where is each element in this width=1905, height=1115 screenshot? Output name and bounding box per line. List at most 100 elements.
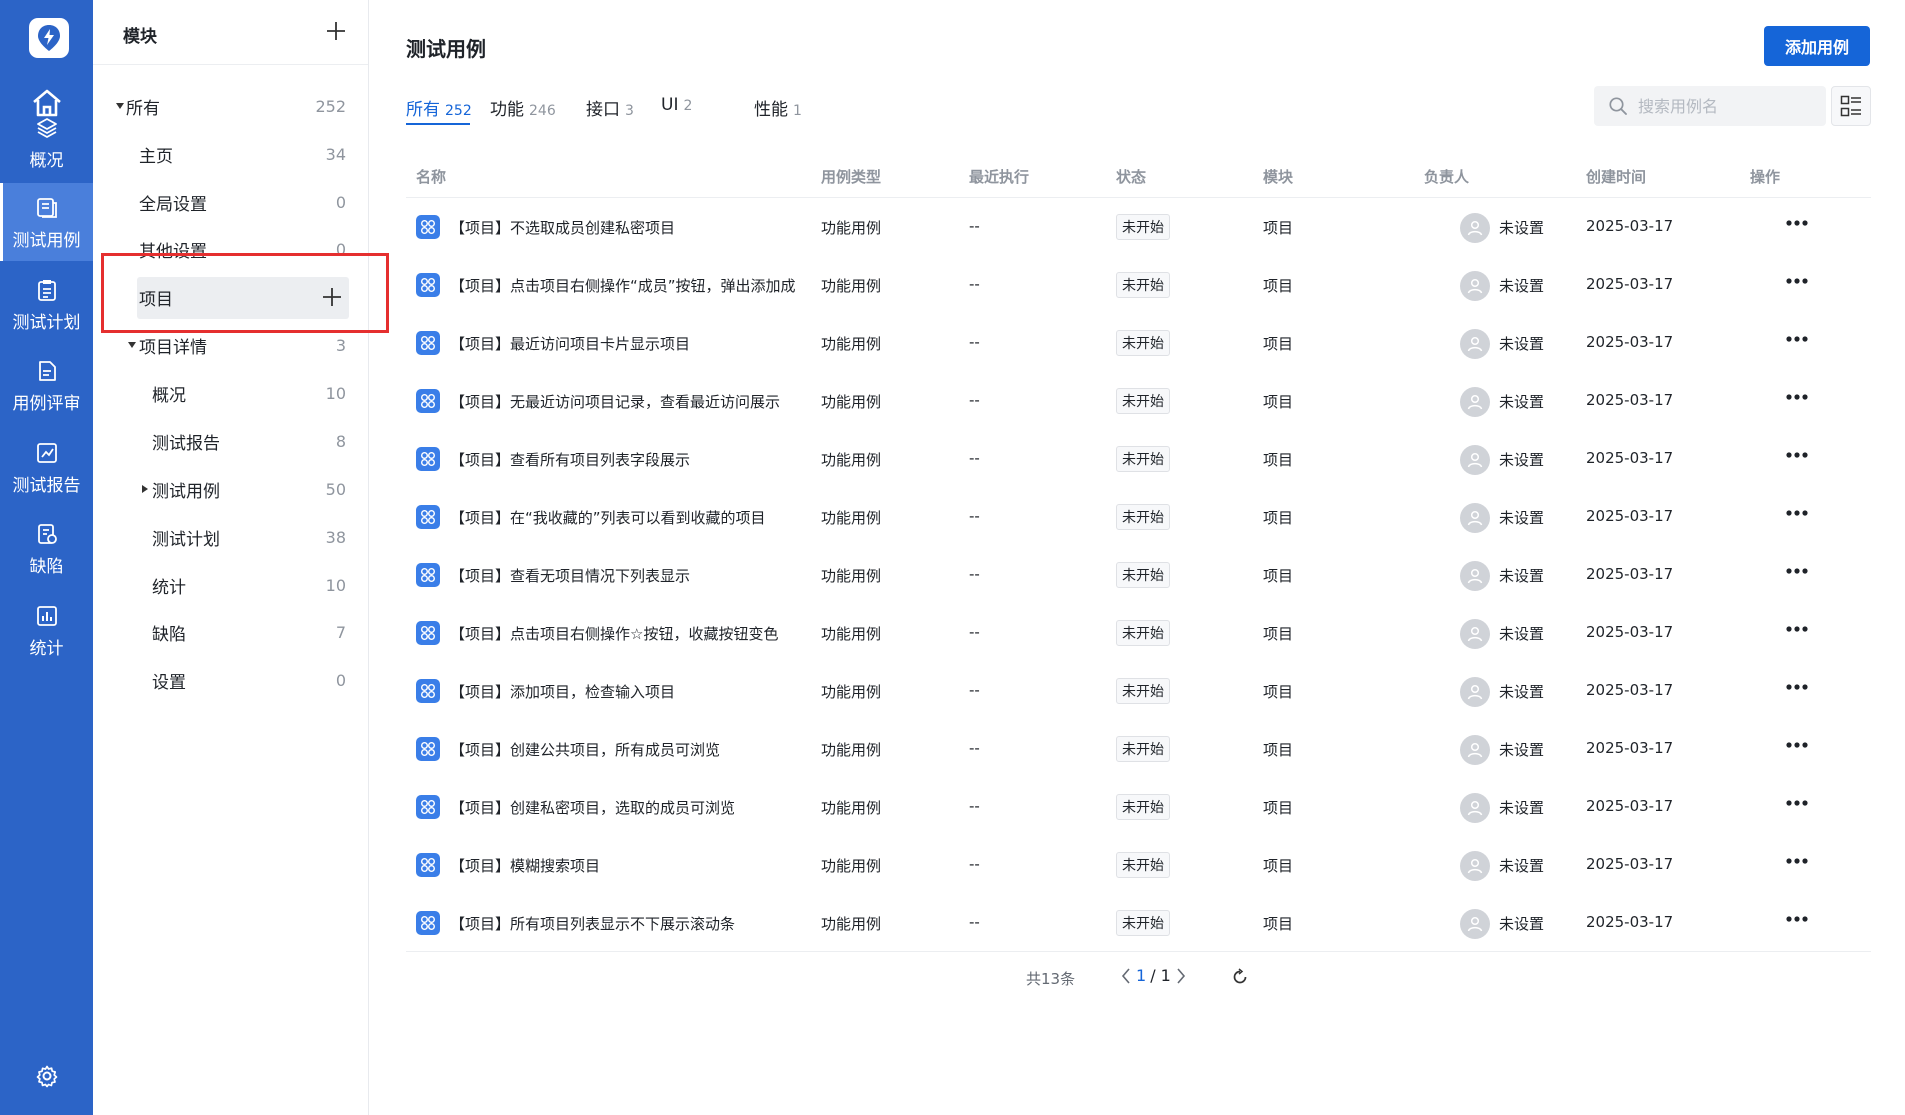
case-owner[interactable]: 未设置 [1499,739,1544,760]
report-icon [35,439,59,467]
case-name[interactable]: 【项目】无最近访问项目记录，查看最近访问展示 [450,391,816,412]
case-name[interactable]: 【项目】查看无项目情况下列表显示 [450,565,816,586]
case-owner[interactable]: 未设置 [1499,797,1544,818]
more-actions-icon[interactable] [1785,219,1809,227]
settings-button[interactable] [0,1061,93,1091]
table-row[interactable]: 【项目】点击项目右侧操作☆按钮，收藏按钮变色 功能用例 -- 未开始 项目 未设置 2025… [406,605,1871,663]
case-owner[interactable]: 未设置 [1499,855,1544,876]
table-row[interactable]: 【项目】在“我收藏的”列表可以看到收藏的项目 功能用例 -- 未开始 项目 未设置 2025… [406,489,1871,547]
more-actions-icon[interactable] [1785,625,1809,633]
add-module-icon[interactable] [324,19,348,43]
case-owner[interactable]: 未设置 [1499,565,1544,586]
case-name[interactable]: 【项目】创建私密项目，选取的成员可浏览 [450,797,816,818]
more-actions-icon[interactable] [1785,799,1809,807]
nav-item-5[interactable]: 缺陷 [0,509,93,587]
table-row[interactable]: 【项目】查看无项目情况下列表显示 功能用例 -- 未开始 项目 未设置 2025-03-17 [406,547,1871,605]
case-name[interactable]: 【项目】添加项目，检查输入项目 [450,681,816,702]
tree-item-label: 主页 [139,146,173,167]
tree-item[interactable]: 统计 10 [93,565,368,605]
prev-page-icon[interactable] [1120,967,1132,985]
table-row[interactable]: 【项目】点击项目右侧操作“成员”按钮，弹出添加成 功能用例 -- 未开始 项目 未设置 20… [406,257,1871,315]
table-row[interactable]: 【项目】创建公共项目，所有成员可浏览 功能用例 -- 未开始 项目 未设置 2025-03-… [406,721,1871,779]
case-name[interactable]: 【项目】所有项目列表显示不下展示滚动条 [450,913,816,934]
table-row[interactable]: 【项目】所有项目列表显示不下展示滚动条 功能用例 -- 未开始 项目 未设置 2025-03… [406,895,1871,953]
tab-1[interactable]: 功能 246 [490,95,556,120]
tree-item[interactable]: 缺陷 7 [93,612,368,652]
tree-item[interactable]: 所有 252 [93,86,368,126]
case-owner[interactable]: 未设置 [1499,681,1544,702]
case-type: 功能用例 [821,277,882,295]
app-logo[interactable] [29,18,69,58]
view-toggle-button[interactable] [1831,86,1871,126]
tree-item[interactable]: 主页 34 [93,134,368,174]
table-row[interactable]: 【项目】最近访问项目卡片显示项目 功能用例 -- 未开始 项目 未设置 2025-03-17 [406,315,1871,373]
last-run: -- [969,217,980,235]
case-owner[interactable]: 未设置 [1499,623,1544,644]
tree-item[interactable]: 测试报告 8 [93,421,368,461]
case-type: 功能用例 [821,451,882,469]
case-owner[interactable]: 未设置 [1499,217,1544,238]
more-actions-icon[interactable] [1785,567,1809,575]
case-name[interactable]: 【项目】创建公共项目，所有成员可浏览 [450,739,816,760]
tree-item[interactable]: 测试计划 38 [93,517,368,557]
tree-item[interactable]: 全局设置 0 [93,182,368,222]
case-name[interactable]: 【项目】不选取成员创建私密项目 [450,217,816,238]
tab-4[interactable]: 性能 1 [754,95,802,120]
table-row[interactable]: 【项目】无最近访问项目记录，查看最近访问展示 功能用例 -- 未开始 项目 未设置 2025… [406,373,1871,431]
tab-0[interactable]: 所有 252 [406,95,472,120]
case-type-icon [416,795,440,819]
table-row[interactable]: 【项目】查看所有项目列表字段展示 功能用例 -- 未开始 项目 未设置 2025-03-17 [406,431,1871,489]
last-run: -- [969,565,980,583]
status-badge: 未开始 [1116,214,1170,240]
refresh-icon[interactable] [1231,968,1249,986]
add-case-button[interactable]: 添加用例 [1764,26,1870,66]
nav-item-0[interactable]: 概况 [0,103,93,181]
tab-2[interactable]: 接口 3 [586,95,634,120]
more-actions-icon[interactable] [1785,915,1809,923]
more-actions-icon[interactable] [1785,393,1809,401]
case-owner[interactable]: 未设置 [1499,449,1544,470]
more-actions-icon[interactable] [1785,335,1809,343]
case-name[interactable]: 【项目】查看所有项目列表字段展示 [450,449,816,470]
tab-count: 1 [793,103,802,119]
nav-item-3[interactable]: 用例评审 [0,346,93,424]
tree-item[interactable]: 概况 10 [93,373,368,413]
created-date: 2025-03-17 [1586,333,1674,351]
more-actions-icon[interactable] [1785,509,1809,517]
more-actions-icon[interactable] [1785,741,1809,749]
search-box[interactable] [1594,86,1826,126]
table-row[interactable]: 【项目】创建私密项目，选取的成员可浏览 功能用例 -- 未开始 项目 未设置 2025-03… [406,779,1871,837]
search-input[interactable] [1636,95,1810,117]
caret-right-icon[interactable] [140,484,150,494]
table-row[interactable]: 【项目】不选取成员创建私密项目 功能用例 -- 未开始 项目 未设置 2025-03-17 [406,199,1871,257]
tree-item[interactable]: 设置 0 [93,660,368,700]
next-page-icon[interactable] [1175,967,1187,985]
pager-current[interactable]: 1 [1136,966,1146,985]
more-actions-icon[interactable] [1785,451,1809,459]
case-owner[interactable]: 未设置 [1499,913,1544,934]
created-date: 2025-03-17 [1586,391,1674,409]
nav-item-2[interactable]: 测试计划 [0,265,93,343]
case-owner[interactable]: 未设置 [1499,507,1544,528]
case-owner[interactable]: 未设置 [1499,333,1544,354]
more-actions-icon[interactable] [1785,857,1809,865]
tab-3[interactable]: UI 2 [661,95,692,115]
case-name[interactable]: 【项目】点击项目右侧操作“成员”按钮，弹出添加成 [450,275,816,296]
caret-down-icon[interactable] [115,101,125,111]
case-name[interactable]: 【项目】模糊搜索项目 [450,855,816,876]
more-actions-icon[interactable] [1785,277,1809,285]
case-owner[interactable]: 未设置 [1499,275,1544,296]
nav-item-6[interactable]: 统计 [0,591,93,669]
case-owner[interactable]: 未设置 [1499,391,1544,412]
nav-item-4[interactable]: 测试报告 [0,428,93,506]
case-name[interactable]: 【项目】在“我收藏的”列表可以看到收藏的项目 [450,507,816,528]
nav-item-1[interactable]: 测试用例 [0,183,93,261]
tree-item-count: 7 [335,622,346,642]
case-name[interactable]: 【项目】最近访问项目卡片显示项目 [450,333,816,354]
case-name[interactable]: 【项目】点击项目右侧操作☆按钮，收藏按钮变色 [450,623,816,644]
table-row[interactable]: 【项目】模糊搜索项目 功能用例 -- 未开始 项目 未设置 2025-03-17 [406,837,1871,895]
caret-down-icon[interactable] [127,340,137,350]
table-row[interactable]: 【项目】添加项目，检查输入项目 功能用例 -- 未开始 项目 未设置 2025-03-17 [406,663,1871,721]
more-actions-icon[interactable] [1785,683,1809,691]
tree-item[interactable]: 测试用例 50 [93,469,368,509]
